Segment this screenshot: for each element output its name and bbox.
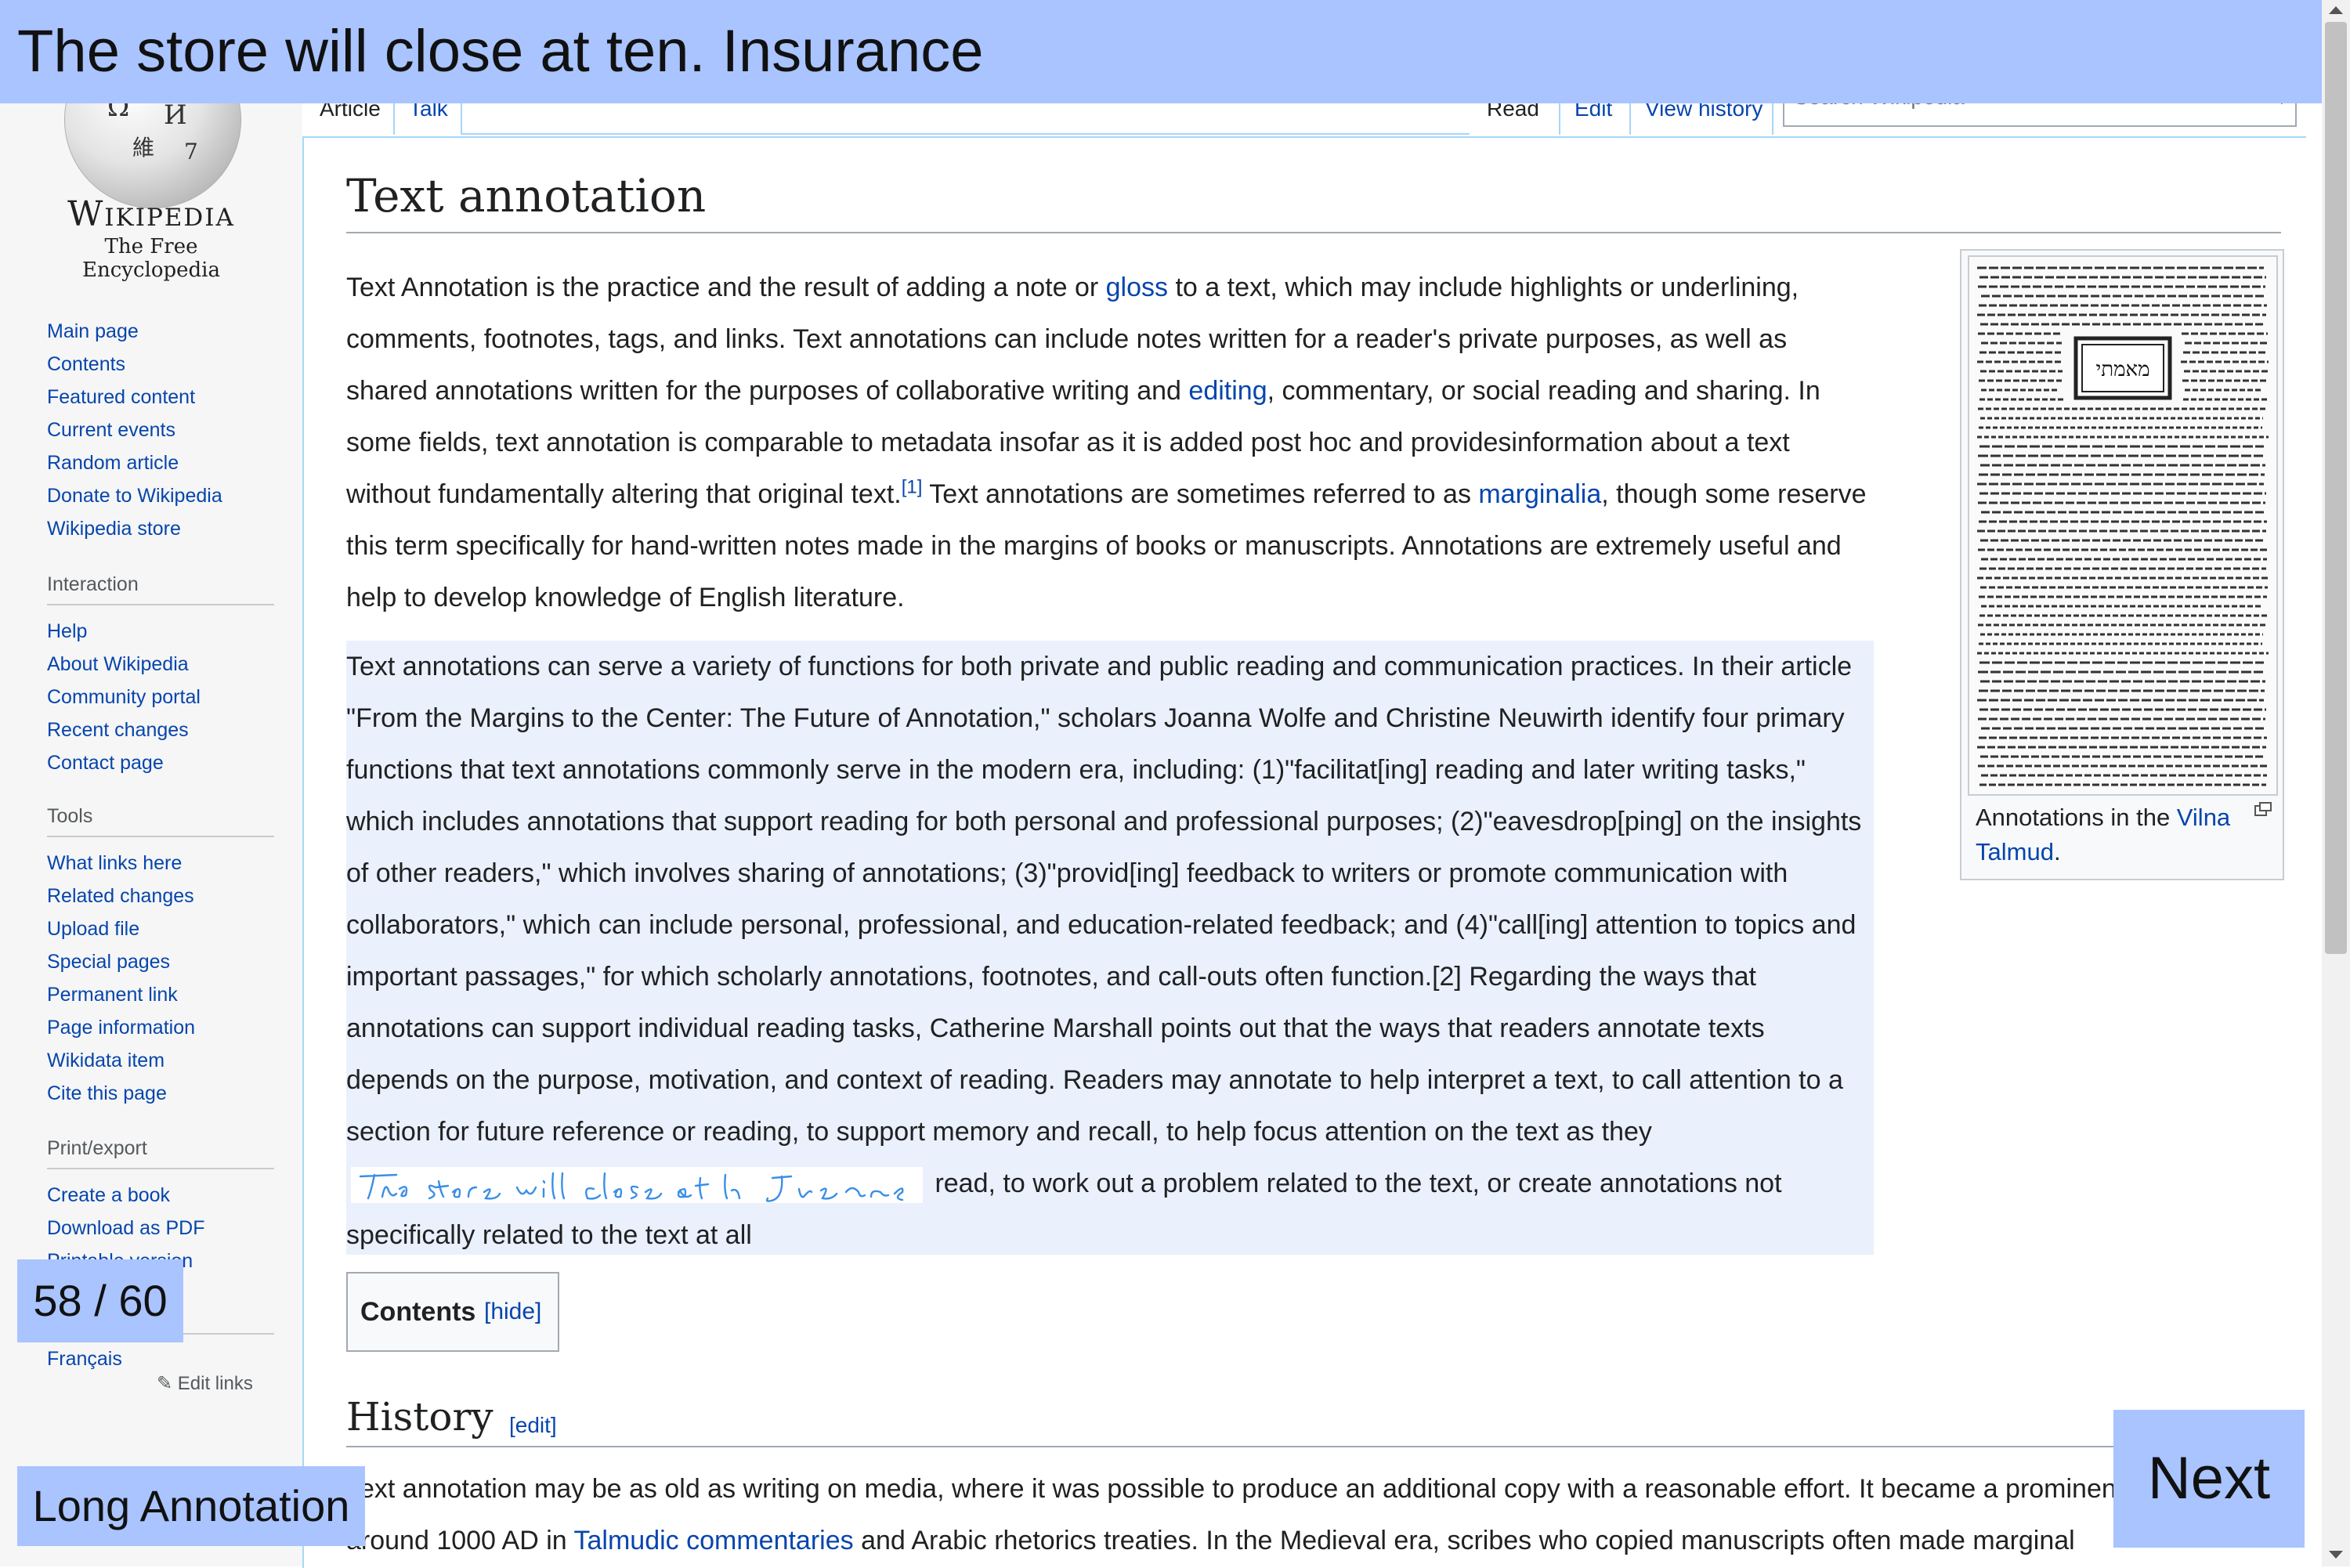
image-thumbnail: מאמתי Annotations in the Vilna Talmud. [1960, 249, 2284, 880]
handwriting-drawing [359, 1172, 904, 1202]
sidebar-item-random-article[interactable]: Random article [47, 446, 274, 479]
pencil-icon: ✎ [157, 1373, 173, 1394]
long-annotation-button[interactable]: Long Annotation [17, 1466, 365, 1546]
handwritten-annotation[interactable] [351, 1167, 923, 1204]
link-talmudic-commentaries[interactable]: Talmudic commentaries [574, 1526, 854, 1555]
sidebar-item-upload-file[interactable]: Upload file [47, 912, 274, 945]
sidebar-item-related-changes[interactable]: Related changes [47, 880, 274, 912]
sidebar-item-contact-page[interactable]: Contact page [47, 746, 274, 779]
page-counter: 58 / 60 [17, 1259, 183, 1342]
wikipedia-wordmark: Wikipedia [67, 194, 235, 234]
sidebar-item-about-wikipedia[interactable]: About Wikipedia [47, 648, 274, 681]
text-span: Text annotations are sometimes referred … [922, 479, 1479, 509]
sidebar-item-main-page[interactable]: Main page [47, 315, 274, 348]
text-span: Text annotations can serve a variety of … [346, 652, 1862, 1147]
sidebar-item-help[interactable]: Help [47, 615, 274, 648]
sidebar-item-current-events[interactable]: Current events [47, 414, 274, 446]
reference-1[interactable]: [1] [902, 477, 923, 498]
sidebar-item-community-portal[interactable]: Community portal [47, 681, 274, 714]
next-button[interactable]: Next [2113, 1410, 2305, 1548]
caption-end: . [2053, 838, 2061, 865]
portal-heading-tools: Tools [47, 805, 274, 837]
sidebar-item-special-pages[interactable]: Special pages [47, 945, 274, 978]
talmud-page-drawing: מאמתי [1969, 257, 2276, 794]
scrollbar[interactable] [2322, 0, 2350, 1566]
functions-paragraph: Text annotations can serve a variety of … [346, 641, 1874, 1261]
banner-text: The store will close at ten. Insurance [17, 18, 984, 85]
annotation-banner: The store will close at ten. Insurance [0, 0, 2322, 103]
sidebar-item-wikidata-item[interactable]: Wikidata item [47, 1044, 274, 1077]
tools-portal: Tools What links here Related changes Uplo… [47, 805, 274, 1110]
talmud-heading: מאמתי [2095, 358, 2149, 381]
sidebar-item-create-a-book[interactable]: Create a book [47, 1179, 274, 1212]
enlarge-icon[interactable] [2254, 802, 2272, 816]
history-divider [346, 1446, 2281, 1447]
portal-heading-print: Print/export [47, 1137, 274, 1169]
intro-paragraph: Text Annotation is the practice and the … [346, 262, 1874, 623]
scrollbar-thumb[interactable] [2325, 22, 2347, 954]
sidebar-item-contents[interactable]: Contents [47, 348, 274, 381]
sidebar-item-featured-content[interactable]: Featured content [47, 381, 274, 414]
caption-text: Annotations in the [1976, 804, 2177, 831]
print-portal: Print/export Create a book Download as PD… [47, 1137, 274, 1277]
portal-heading-interaction: Interaction [47, 573, 274, 605]
sidebar-item-download-as-pdf[interactable]: Download as PDF [47, 1212, 274, 1245]
edit-links-label: Edit links [177, 1373, 253, 1394]
sidebar-item-wikipedia-store[interactable]: Wikipedia store [47, 512, 274, 545]
toc-hide-link[interactable]: [hide] [484, 1274, 541, 1350]
link-editing[interactable]: editing [1188, 376, 1267, 406]
sidebar-item-donate-to-wikipedia[interactable]: Donate to Wikipedia [47, 479, 274, 512]
scroll-up-arrow-icon[interactable] [2329, 6, 2343, 14]
tab-underline [461, 133, 1470, 135]
text-span: Text Annotation is the practice and the … [346, 273, 1106, 302]
edit-links[interactable]: ✎ Edit links [157, 1372, 253, 1395]
sidebar-item-cite-this-page[interactable]: Cite this page [47, 1077, 274, 1110]
link-marginalia[interactable]: marginalia [1478, 479, 1601, 509]
sidebar-item-page-information[interactable]: Page information [47, 1011, 274, 1044]
history-paragraph: Text annotation may be as old as writing… [346, 1463, 2289, 1566]
thumbnail-caption: Annotations in the Vilna Talmud. [1976, 800, 2234, 869]
text-span: and Arabic rhetorics treaties. In the Me… [853, 1526, 2075, 1555]
history-edit-link[interactable]: [edit] [509, 1413, 557, 1438]
link-gloss[interactable]: gloss [1106, 273, 1168, 302]
vilna-talmud-image[interactable]: מאמתי [1968, 255, 2278, 796]
page-title: Text annotation [346, 169, 707, 222]
sidebar-item-permanent-link[interactable]: Permanent link [47, 978, 274, 1011]
sidebar-item-what-links-here[interactable]: What links here [47, 847, 274, 880]
interaction-portal: Interaction Help About Wikipedia Community… [47, 573, 274, 779]
sidebar-item-fran-ais[interactable]: Français [47, 1342, 274, 1375]
wikipedia-tagline: The Free Encyclopedia [82, 235, 220, 282]
scroll-down-arrow-icon[interactable] [2329, 1551, 2343, 1559]
table-of-contents: Contents [hide] [346, 1272, 559, 1352]
history-heading: History [346, 1394, 494, 1440]
title-divider [346, 232, 2281, 233]
sidebar-item-recent-changes[interactable]: Recent changes [47, 714, 274, 746]
navigation-portal: Main page Contents Featured content Current… [47, 315, 274, 545]
toc-title: Contents [360, 1297, 476, 1327]
